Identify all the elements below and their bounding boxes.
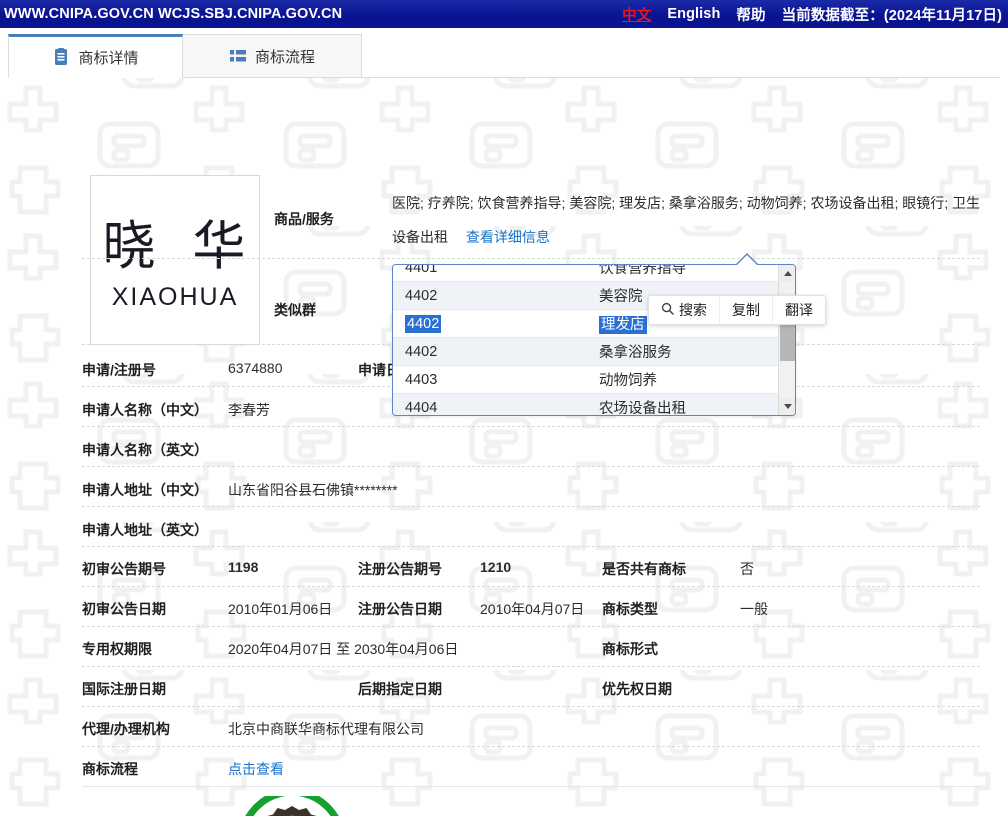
data-cutoff-text: 当前数据截至：(2024年11月17日) [782, 4, 1002, 25]
popup-row-name: 桑拿浴服务 [593, 341, 778, 362]
label-exclusive-period: 专用权期限 [82, 639, 152, 659]
trademark-detail-panel: 晓 华 XIAOHUA 商品/服务 医院; 疗养院; 饮食营养指导; 美容院; … [0, 78, 1008, 816]
popup-row[interactable]: 4404 农场设备出租 [393, 394, 778, 416]
context-menu-translate[interactable]: 翻译 [772, 296, 825, 324]
label-applicant-cn: 申请人名称（中文） [82, 400, 208, 420]
row-divider [82, 546, 980, 547]
language-chinese-link[interactable]: 中文 [622, 4, 651, 25]
value-first-publication-date: 2010年01月06日 [228, 599, 332, 619]
popup-row-code: 4404 [393, 400, 593, 416]
selected-name-text: 理发店 [599, 316, 647, 334]
label-priority-date: 优先权日期 [602, 679, 672, 699]
label-agency: 代理/办理机构 [82, 719, 170, 739]
row-divider [82, 506, 980, 507]
row-divider [82, 258, 980, 259]
similar-group-popup: 4401 饮食营养指导 4402 美容院 4402 理发店 4402 桑拿浴服务… [392, 264, 796, 416]
context-menu-label: 搜索 [679, 300, 707, 320]
tab-trademark-process[interactable]: 商标流程 [182, 34, 362, 78]
value-registration-publication-date: 2010年04月07日 [480, 599, 584, 619]
row-divider [82, 746, 980, 747]
site-header-bar: WWW.CNIPA.GOV.CN WCJS.SBJ.CNIPA.GOV.CN 中… [0, 0, 1008, 28]
popup-row-code: 4403 [393, 372, 593, 388]
label-shared-trademark: 是否共有商标 [602, 559, 686, 579]
trademark-image-pinyin: XIAOHUA [112, 283, 239, 312]
row-divider [82, 626, 980, 627]
popup-row-name: 饮食营养指导 [593, 264, 778, 278]
popup-scrollbar[interactable] [778, 265, 795, 415]
row-divider [82, 586, 980, 587]
value-shared-trademark: 否 [740, 559, 754, 579]
row-divider [82, 466, 980, 467]
label-trademark-type: 商标类型 [602, 599, 658, 619]
row-divider [82, 706, 980, 707]
label-trademark-form: 商标形式 [602, 639, 658, 659]
label-subsequent-designation-date: 后期指定日期 [358, 679, 442, 699]
value-applicant-cn: 李春芳 [228, 400, 270, 420]
view-detail-link[interactable]: 查看详细信息 [466, 229, 550, 245]
popup-row-name: 动物饲养 [593, 369, 778, 390]
row-divider [82, 786, 980, 787]
popup-row[interactable]: 4401 饮食营养指导 [393, 264, 778, 282]
label-registration-publication-date: 注册公告日期 [358, 599, 442, 619]
popup-caret-icon [735, 253, 759, 265]
value-registration-publication-no: 1210 [480, 559, 511, 575]
trademark-image: 晓 华 XIAOHUA [90, 175, 260, 345]
popup-row-code: 4402 [393, 344, 593, 360]
search-icon [661, 302, 674, 318]
scroll-down-arrow-icon[interactable] [779, 398, 796, 415]
label-goods-services: 商品/服务 [274, 209, 334, 229]
popup-row[interactable]: 4403 动物饲养 [393, 366, 778, 394]
value-agency: 北京中商联华商标代理有限公司 [228, 719, 424, 739]
list-document-icon [52, 48, 70, 66]
label-address-cn: 申请人地址（中文） [82, 480, 208, 500]
language-english-link[interactable]: English [667, 6, 720, 22]
grid-list-icon [229, 47, 247, 65]
label-first-publication-date: 初审公告日期 [82, 599, 166, 619]
site-urls: WWW.CNIPA.GOV.CN WCJS.SBJ.CNIPA.GOV.CN [0, 6, 342, 22]
label-applicant-en: 申请人名称（英文） [82, 440, 208, 460]
popup-row-code: 4401 [393, 264, 593, 276]
value-address-cn: 山东省阳谷县石佛镇******** [228, 480, 398, 500]
tab-label: 商标详情 [78, 47, 138, 68]
label-registration-number: 申请/注册号 [82, 360, 156, 380]
row-divider [82, 666, 980, 667]
row-divider [82, 426, 980, 427]
tab-label: 商标流程 [255, 46, 315, 67]
popup-row-name: 农场设备出租 [593, 397, 778, 416]
label-trademark-process: 商标流程 [82, 759, 138, 779]
scroll-up-arrow-icon[interactable] [779, 265, 796, 282]
header-links: 中文 English 帮助 当前数据截至：(2024年11月17日) [622, 0, 1002, 28]
label-registration-publication-no: 注册公告期号 [358, 559, 442, 579]
status-badge-medal-icon [232, 796, 352, 816]
context-menu-label: 复制 [732, 300, 760, 320]
popup-row-list: 4401 饮食营养指导 4402 美容院 4402 理发店 4402 桑拿浴服务… [393, 264, 778, 416]
popup-row-code: 4402 [393, 288, 593, 304]
context-menu-copy[interactable]: 复制 [719, 296, 772, 324]
value-registration-number: 6374880 [228, 360, 283, 376]
label-similar-group: 类似群 [274, 300, 316, 320]
label-international-registration-date: 国际注册日期 [82, 679, 166, 699]
popup-row-code: 4402 [393, 316, 593, 332]
value-first-publication-no: 1198 [228, 559, 258, 575]
tab-trademark-details[interactable]: 商标详情 [8, 34, 183, 78]
tab-strip: 商标详情 商标流程 [0, 28, 1008, 78]
selected-code-text: 4402 [405, 315, 441, 333]
context-menu-label: 翻译 [785, 300, 813, 320]
selection-context-menu: 搜索 复制 翻译 [648, 295, 826, 325]
trademark-process-link[interactable]: 点击查看 [228, 759, 284, 779]
help-link[interactable]: 帮助 [736, 4, 765, 25]
popup-row[interactable]: 4402 桑拿浴服务 [393, 338, 778, 366]
value-trademark-type: 一般 [740, 599, 768, 619]
label-first-publication-no: 初审公告期号 [82, 559, 166, 579]
trademark-image-chinese: 晓 华 [103, 220, 256, 273]
context-menu-search[interactable]: 搜索 [649, 296, 719, 324]
value-exclusive-period: 2020年04月07日 至 2030年04月06日 [228, 639, 458, 659]
goods-services-value: 医院; 疗养院; 饮食营养指导; 美容院; 理发店; 桑拿浴服务; 动物饲养; … [392, 186, 987, 254]
label-address-en: 申请人地址（英文） [82, 520, 208, 540]
